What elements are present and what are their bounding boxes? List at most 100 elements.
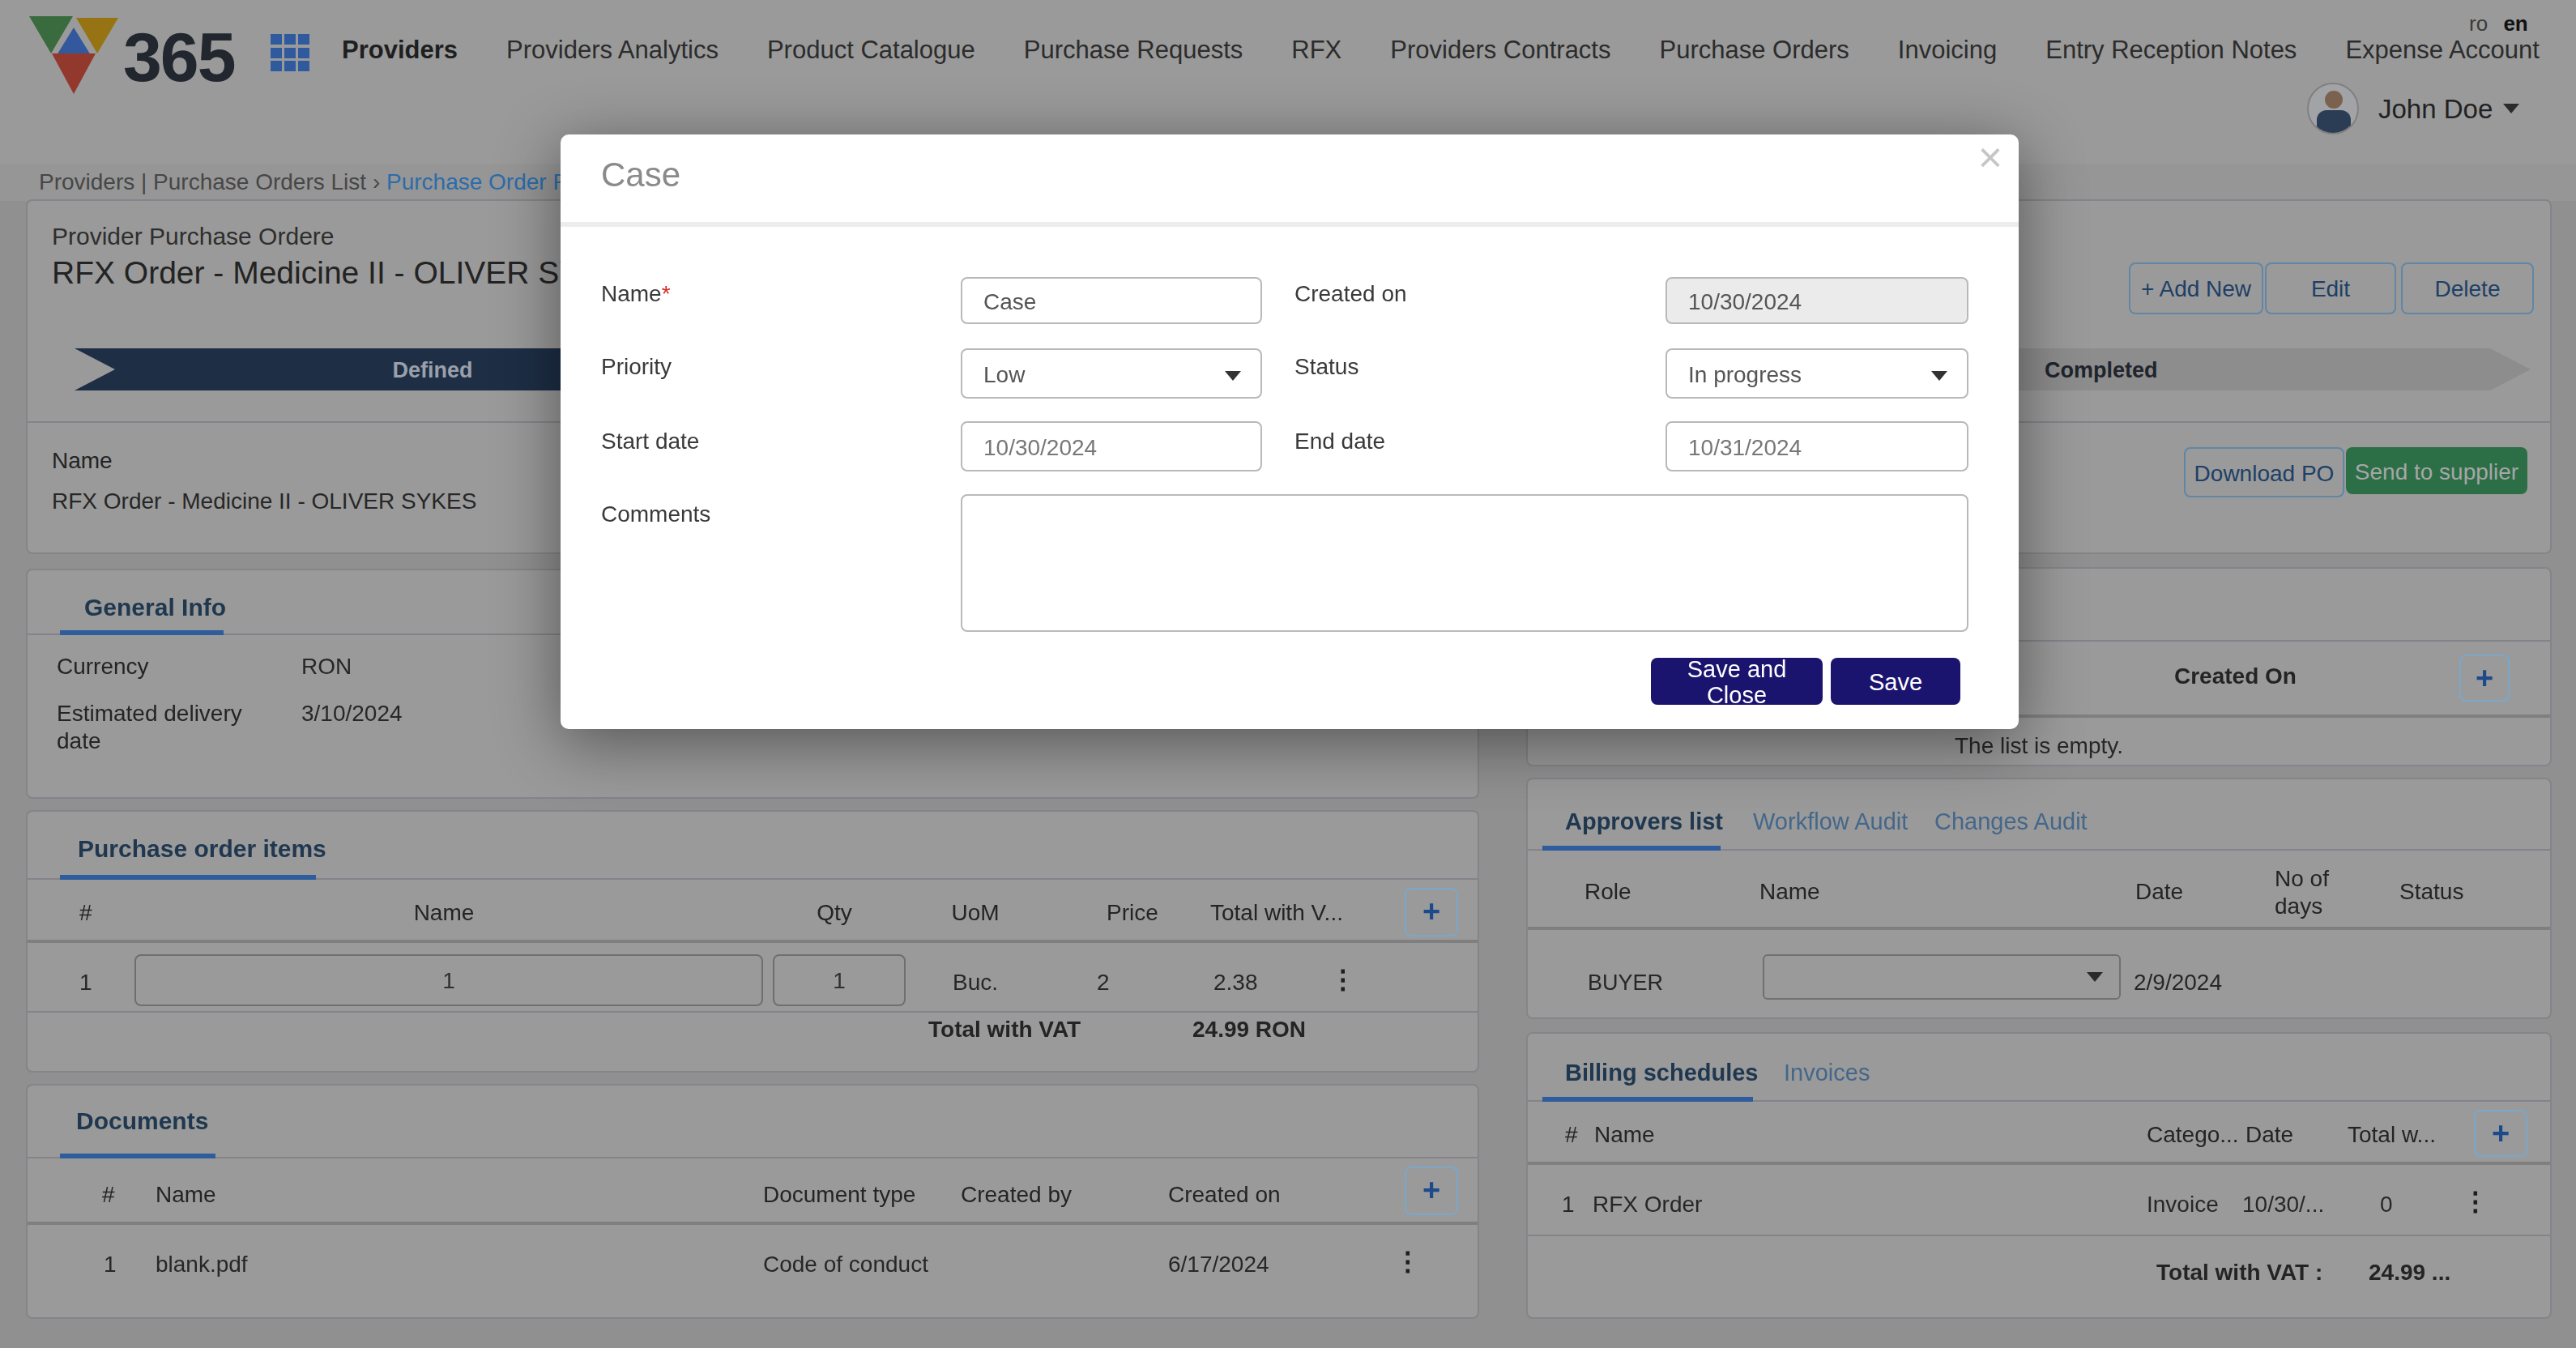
nav-item-purchase-requests[interactable]: Purchase Requests: [1024, 36, 1243, 65]
tab-underline: [1542, 1097, 1753, 1102]
add-document-button[interactable]: +: [1405, 1167, 1458, 1215]
comments-textarea[interactable]: [961, 494, 1968, 632]
row-divider: [28, 1011, 1478, 1013]
currency-label: Currency: [57, 653, 149, 679]
col-type: Document type: [763, 1181, 915, 1207]
app-logo[interactable]: [29, 13, 120, 97]
add-case-button[interactable]: +: [2459, 655, 2510, 702]
tab-general-info[interactable]: General Info: [84, 593, 226, 621]
row-created-on: 6/17/2024: [1168, 1251, 1269, 1277]
tab-underline: [60, 875, 316, 880]
start-date-input[interactable]: [961, 421, 1262, 471]
lang-en[interactable]: en: [2503, 11, 2527, 36]
documents-card: Documents # Name Document type Created b…: [26, 1084, 1479, 1319]
nav-item-rfx[interactable]: RFX: [1291, 36, 1341, 65]
tab-billing-schedules[interactable]: Billing schedules: [1565, 1060, 1759, 1086]
po-subtitle: Provider Purchase Ordere: [52, 222, 335, 250]
lang-ro[interactable]: ro: [2469, 11, 2488, 36]
row-category: Invoice: [2147, 1191, 2219, 1217]
created-on-label: Created on: [1294, 280, 1407, 306]
avatar-head: [2325, 91, 2343, 109]
col-qty: Qty: [773, 899, 896, 925]
logo-365-text: 365: [123, 18, 235, 97]
save-button[interactable]: Save: [1831, 658, 1960, 705]
user-name[interactable]: John Doe: [2378, 94, 2493, 125]
nav-item-expense-account[interactable]: Expense Account: [2345, 36, 2540, 65]
add-billing-button[interactable]: +: [2474, 1110, 2527, 1157]
total-value: 24.99 ...: [2369, 1259, 2450, 1285]
col-name: Name: [134, 899, 753, 925]
send-to-supplier-button[interactable]: Send to supplier: [2346, 447, 2527, 494]
col-created-on: Created on: [1168, 1181, 1281, 1207]
tab-changes-audit[interactable]: Changes Audit: [1934, 808, 2088, 834]
avatar[interactable]: [2307, 83, 2359, 134]
add-po-item-button[interactable]: +: [1405, 888, 1458, 936]
total-value: 24.99 RON: [1192, 1016, 1306, 1042]
approver-name-select[interactable]: [1763, 954, 2121, 1000]
row-uom: Buc.: [927, 969, 1024, 995]
delivery-value: 3/10/2024: [301, 700, 403, 726]
edit-button[interactable]: Edit: [2265, 262, 2396, 314]
row-actions-kebab-icon[interactable]: ⋮: [1330, 964, 1356, 995]
status-select[interactable]: In progress: [1665, 348, 1968, 399]
save-and-close-button[interactable]: Save and Close: [1651, 658, 1823, 705]
col-price: Price: [1107, 899, 1158, 925]
start-date-label: Start date: [601, 428, 699, 454]
header-divider: [28, 1222, 1478, 1225]
col-name: Name: [1759, 878, 1820, 904]
col-num: #: [1565, 1121, 1578, 1147]
currency-value: RON: [301, 653, 352, 679]
nav-item-product-catalogue[interactable]: Product Catalogue: [767, 36, 975, 65]
tab-divider: [28, 1157, 1478, 1158]
required-asterisk: *: [662, 280, 671, 306]
row-date: 2/9/2024: [2134, 969, 2222, 995]
row-actions-kebab-icon[interactable]: ⋮: [2463, 1186, 2489, 1217]
col-name: Name: [1594, 1121, 1655, 1147]
nav-item-entry-reception-notes[interactable]: Entry Reception Notes: [2045, 36, 2297, 65]
user-menu-caret-icon: [2503, 104, 2519, 113]
row-role: BUYER: [1588, 970, 1663, 995]
col-total: Total with V...: [1210, 899, 1343, 925]
add-new-button[interactable]: + Add New: [2129, 262, 2263, 314]
nav-item-invoicing[interactable]: Invoicing: [1898, 36, 1997, 65]
po-title: RFX Order - Medicine II - OLIVER SYKES: [52, 254, 643, 292]
modal-header-divider: [561, 222, 2019, 227]
tab-approvers-list[interactable]: Approvers list: [1565, 808, 1723, 834]
col-date: Date: [2245, 1121, 2293, 1147]
main-nav: Providers Providers Analytics Product Ca…: [342, 36, 2540, 65]
tab-po-items[interactable]: Purchase order items: [78, 834, 326, 862]
name-input[interactable]: [961, 277, 1262, 324]
nav-item-providers-analytics[interactable]: Providers Analytics: [506, 36, 719, 65]
tab-documents[interactable]: Documents: [76, 1107, 208, 1134]
status-value: In progress: [1688, 360, 1802, 386]
avatar-body: [2317, 110, 2351, 134]
row-total: 0: [2380, 1191, 2393, 1217]
modal-close-icon[interactable]: ×: [1978, 136, 2002, 178]
row-name: blank.pdf: [156, 1251, 248, 1277]
priority-select[interactable]: Low: [961, 348, 1262, 399]
col-status: Status: [2399, 878, 2463, 904]
name-label-text: Name: [601, 280, 662, 306]
nav-item-providers[interactable]: Providers: [342, 36, 458, 65]
end-date-input[interactable]: [1665, 421, 1968, 471]
priority-value: Low: [983, 360, 1025, 386]
delete-button[interactable]: Delete: [2401, 262, 2534, 314]
download-po-button[interactable]: Download PO: [2184, 447, 2344, 497]
row-total: 2.38: [1213, 969, 1258, 995]
tab-invoices[interactable]: Invoices: [1784, 1060, 1870, 1086]
total-label: Total with VAT :: [2156, 1259, 2322, 1285]
item-name-input[interactable]: [134, 954, 763, 1006]
row-price: 2: [1097, 969, 1110, 995]
nav-item-purchase-orders[interactable]: Purchase Orders: [1660, 36, 1849, 65]
empty-list-text: The list is empty.: [1528, 732, 2550, 758]
apps-grid-icon[interactable]: [271, 34, 309, 71]
tab-workflow-audit[interactable]: Workflow Audit: [1753, 808, 1908, 834]
stage-label-defined: Defined: [382, 358, 483, 382]
nav-item-providers-contracts[interactable]: Providers Contracts: [1390, 36, 1610, 65]
item-qty-input[interactable]: [773, 954, 906, 1006]
breadcrumb-path[interactable]: Providers | Purchase Orders List: [39, 168, 366, 194]
tab-underline: [1542, 846, 1721, 851]
priority-caret-icon: [1225, 371, 1241, 381]
row-divider: [1528, 1235, 2550, 1236]
row-actions-kebab-icon[interactable]: ⋮: [1395, 1246, 1421, 1277]
